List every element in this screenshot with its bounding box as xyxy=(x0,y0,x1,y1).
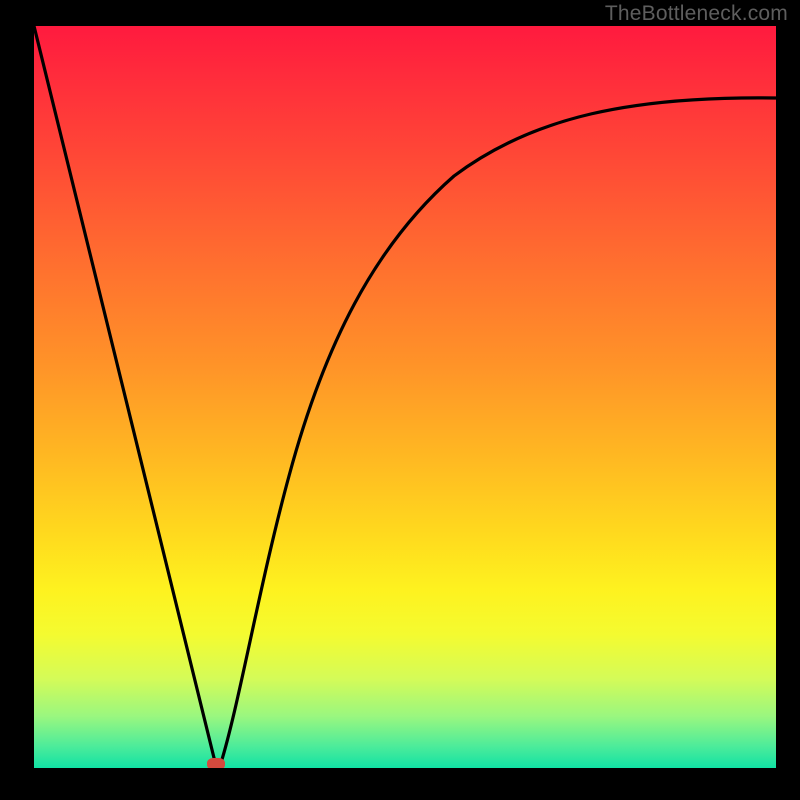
curve-svg xyxy=(34,26,776,768)
chart-frame: TheBottleneck.com xyxy=(0,0,800,800)
curve-path xyxy=(34,26,776,766)
min-marker xyxy=(207,758,225,768)
plot-area xyxy=(34,26,776,768)
watermark-text: TheBottleneck.com xyxy=(605,2,788,26)
